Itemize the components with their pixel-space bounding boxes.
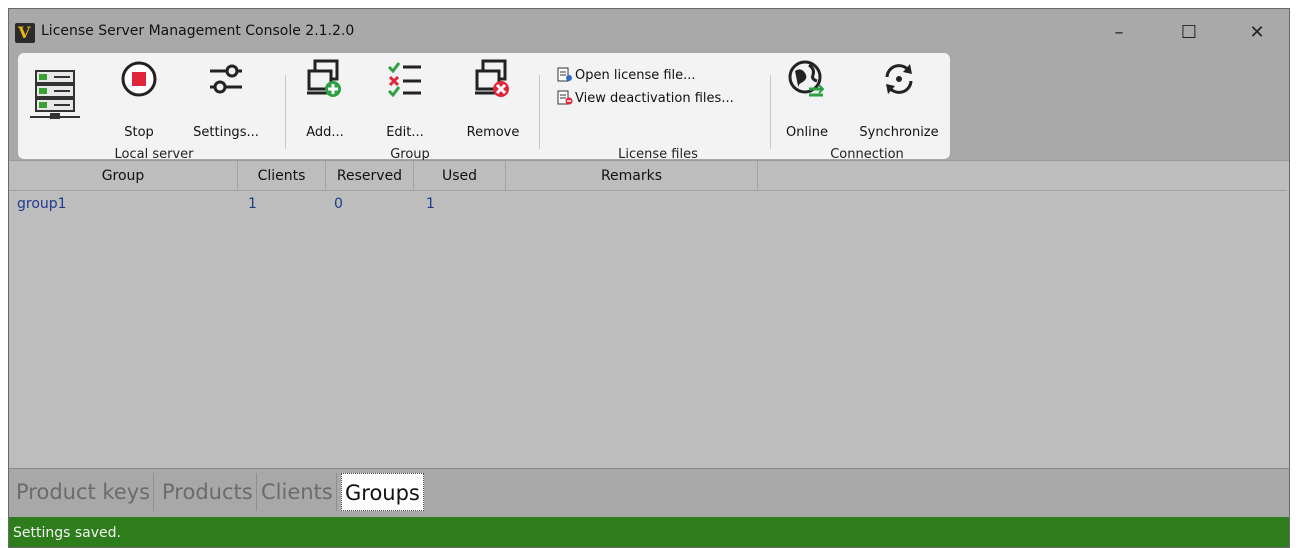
ribbon-separator: [539, 75, 540, 149]
open-license-file-label: Open license file...: [575, 67, 696, 83]
ribbon-separator: [285, 75, 286, 149]
minimize-button[interactable]: –: [1099, 19, 1139, 47]
view-deactivation-files-button[interactable]: View deactivation files...: [557, 90, 734, 106]
globe-sync-icon: [787, 59, 827, 99]
column-header-reserved[interactable]: Reserved: [326, 161, 414, 191]
app-logo-icon: [15, 23, 35, 43]
computer-remove-icon: [473, 59, 513, 99]
document-remove-icon: [557, 90, 573, 106]
groups-grid: Group Clients Reserved Used Remarks grou…: [9, 160, 1289, 468]
tab-clients[interactable]: Clients: [258, 473, 337, 511]
open-license-file-button[interactable]: Open license file...: [557, 67, 696, 83]
document-key-icon: [557, 67, 573, 83]
settings-label: Settings...: [193, 125, 259, 140]
table-row[interactable]: group1 1 0 1: [9, 191, 1289, 217]
tab-products[interactable]: Products: [159, 473, 257, 511]
cell-clients: 1: [248, 196, 257, 212]
checklist-icon: [385, 59, 425, 99]
edit-label: Edit...: [386, 125, 424, 140]
stop-label: Stop: [124, 125, 154, 140]
column-header-remarks[interactable]: Remarks: [506, 161, 758, 191]
computer-add-icon: [305, 59, 345, 99]
app-window: License Server Management Console 2.1.2.…: [8, 8, 1290, 548]
view-deactivation-files-label: View deactivation files...: [575, 90, 734, 106]
remove-label: Remove: [466, 125, 520, 140]
sliders-icon: [206, 59, 246, 99]
stop-icon: [119, 59, 159, 99]
online-label: Online: [786, 125, 828, 140]
ribbon-toolbar: Stop Settings... Local server Add... Edi…: [18, 53, 950, 162]
tab-bar: Product keys Products Clients Groups: [9, 468, 1289, 516]
cell-group: group1: [17, 196, 67, 212]
tab-product-keys[interactable]: Product keys: [13, 473, 155, 511]
add-label: Add...: [306, 125, 344, 140]
title-bar[interactable]: License Server Management Console 2.1.2.…: [9, 9, 1289, 55]
grid-header: Group Clients Reserved Used Remarks: [9, 161, 1287, 191]
window-title: License Server Management Console 2.1.2.…: [41, 23, 355, 39]
close-button[interactable]: ✕: [1237, 19, 1277, 47]
maximize-button[interactable]: ☐: [1169, 19, 1209, 47]
cell-used: 1: [426, 196, 435, 212]
status-bar: Settings saved.: [9, 517, 1289, 547]
server-icon: [30, 69, 80, 121]
sync-icon: [879, 59, 919, 99]
synchronize-label: Synchronize: [859, 125, 939, 140]
column-header-clients[interactable]: Clients: [238, 161, 326, 191]
ribbon-separator: [770, 75, 771, 149]
column-header-group[interactable]: Group: [9, 161, 238, 191]
tab-groups[interactable]: Groups: [341, 473, 424, 511]
cell-reserved: 0: [334, 196, 343, 212]
column-header-used[interactable]: Used: [414, 161, 506, 191]
